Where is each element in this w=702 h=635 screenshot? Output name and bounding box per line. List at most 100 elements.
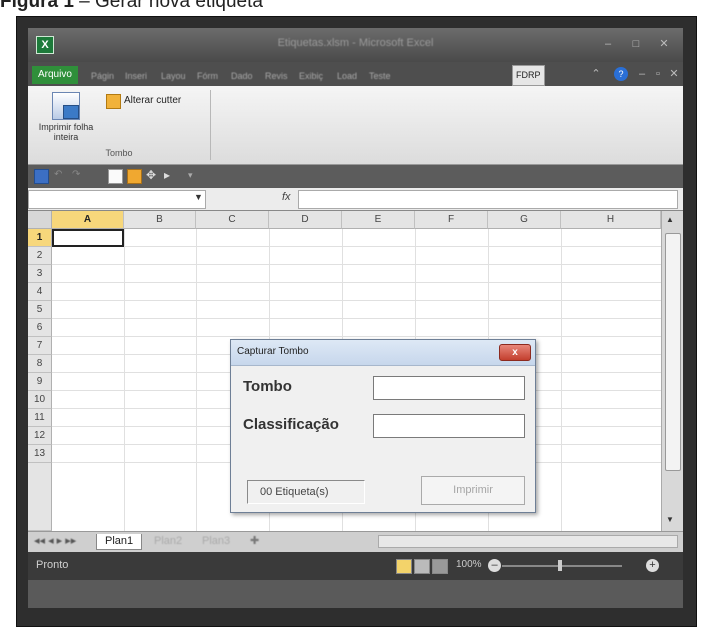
tab-fdrp[interactable]: FDRP: [512, 65, 545, 86]
close-workbook-icon[interactable]: ✕: [666, 67, 682, 81]
close-window-icon[interactable]: ✕: [656, 37, 672, 51]
formula-bar: ▼ fx: [28, 188, 683, 211]
status-text: Pronto: [36, 559, 69, 571]
formula-input[interactable]: [298, 190, 678, 209]
row-header[interactable]: 7: [28, 337, 52, 355]
sheet-tab-plan3[interactable]: Plan3: [194, 534, 238, 549]
row-header[interactable]: 9: [28, 373, 52, 391]
open-folder-icon[interactable]: [127, 169, 142, 184]
scroll-thumb[interactable]: [665, 233, 681, 471]
imprimir-button[interactable]: Imprimir: [421, 476, 525, 505]
vertical-scrollbar[interactable]: ▲ ▼: [661, 211, 683, 531]
tab-arquivo[interactable]: Arquivo: [32, 66, 78, 84]
row-header[interactable]: 2: [28, 247, 52, 265]
ribbon-separator: [210, 90, 211, 160]
sheet-tab-plan2[interactable]: Plan2: [146, 534, 190, 549]
imprimir-folha-inteira-button[interactable]: Imprimir folha inteira: [36, 90, 96, 148]
minimize-ribbon-icon[interactable]: ⌃: [588, 67, 604, 81]
row-header[interactable]: 1: [28, 229, 52, 247]
zoom-slider-thumb[interactable]: [558, 560, 562, 571]
excel-window: X Etiquetas.xlsm - Microsoft Excel – □ ✕…: [28, 28, 683, 608]
row-header[interactable]: 8: [28, 355, 52, 373]
tab-layout[interactable]: Layou: [158, 68, 189, 84]
insert-sheet-icon[interactable]: ✚: [242, 534, 267, 549]
select-all-corner[interactable]: [28, 211, 52, 229]
dialog-close-icon[interactable]: x: [499, 344, 531, 361]
row-header[interactable]: 5: [28, 301, 52, 319]
save-icon[interactable]: [34, 169, 49, 184]
move-icon[interactable]: ✥: [146, 169, 159, 182]
alterar-cutter-button[interactable]: Alterar cutter: [106, 94, 182, 109]
column-header[interactable]: B: [124, 211, 196, 229]
column-header[interactable]: G: [488, 211, 561, 229]
column-header[interactable]: H: [561, 211, 661, 229]
gridline: [52, 300, 661, 301]
page-layout-view-icon[interactable]: [414, 559, 430, 574]
new-file-icon[interactable]: [108, 169, 123, 184]
tab-dados[interactable]: Dado: [228, 68, 256, 84]
maximize-icon[interactable]: □: [628, 37, 644, 51]
tab-formulas[interactable]: Fórm: [194, 68, 221, 84]
row-header[interactable]: 10: [28, 391, 52, 409]
minimize-icon[interactable]: –: [600, 37, 616, 51]
restore-window-icon[interactable]: ▫: [650, 67, 666, 81]
gridline: [52, 246, 661, 247]
row-header[interactable]: 13: [28, 445, 52, 463]
tab-teste[interactable]: Teste: [366, 68, 394, 84]
undo-icon[interactable]: ↶: [54, 169, 67, 182]
normal-view-icon[interactable]: [396, 559, 412, 574]
row-header[interactable]: 12: [28, 427, 52, 445]
caption-prefix: Figura 1: [0, 0, 74, 12]
customize-toolbar-icon[interactable]: ▾: [188, 169, 201, 182]
classificacao-label: Classificação: [243, 416, 339, 433]
row-header[interactable]: 6: [28, 319, 52, 337]
tombo-label: Tombo: [243, 378, 292, 395]
gridline: [52, 282, 661, 283]
tab-pagina[interactable]: Págin: [88, 68, 117, 84]
restore-icon[interactable]: –: [634, 67, 650, 81]
print-sheet-icon: [52, 92, 80, 120]
row-header[interactable]: 4: [28, 283, 52, 301]
classificacao-input[interactable]: [373, 414, 525, 438]
zoom-out-icon[interactable]: –: [488, 559, 501, 572]
gridline: [196, 229, 197, 531]
cursor-icon[interactable]: ▸: [164, 169, 177, 182]
zoom-slider[interactable]: [502, 565, 622, 567]
zoom-level[interactable]: 100%: [456, 559, 482, 570]
sheet-nav-icon[interactable]: ◂◂ ◂ ▸ ▸▸: [32, 534, 78, 549]
page-break-view-icon[interactable]: [432, 559, 448, 574]
tab-exibicao[interactable]: Exibiç: [296, 68, 326, 84]
row-header[interactable]: 11: [28, 409, 52, 427]
column-header[interactable]: E: [342, 211, 415, 229]
scroll-up-icon[interactable]: ▲: [666, 215, 674, 224]
window-title: Etiquetas.xlsm - Microsoft Excel: [277, 37, 434, 49]
tab-load[interactable]: Load: [334, 68, 360, 84]
cutter-icon: [106, 94, 121, 109]
help-icon[interactable]: ?: [614, 67, 628, 81]
tombo-input[interactable]: [373, 376, 525, 400]
tab-revisao[interactable]: Revis: [262, 68, 291, 84]
name-box-dropdown-icon[interactable]: ▼: [194, 192, 203, 202]
gridline: [561, 229, 562, 531]
column-header[interactable]: F: [415, 211, 488, 229]
column-header[interactable]: C: [196, 211, 269, 229]
scroll-down-icon[interactable]: ▼: [666, 515, 674, 524]
active-cell-a1[interactable]: [52, 229, 124, 247]
ribbon-group-label: Tombo: [105, 148, 133, 158]
gridline: [52, 336, 661, 337]
dialog-title: Capturar Tombo: [237, 346, 309, 357]
insert-function-icon[interactable]: fx: [282, 191, 291, 203]
row-header[interactable]: 3: [28, 265, 52, 283]
tab-inserir[interactable]: Inseri: [122, 68, 150, 84]
caption-text: – Gerar nova etiqueta: [73, 0, 263, 12]
sheet-tab-plan1[interactable]: Plan1: [96, 534, 143, 550]
redo-icon[interactable]: ↷: [72, 169, 85, 182]
column-header[interactable]: D: [269, 211, 342, 229]
column-header[interactable]: A: [52, 211, 124, 229]
horizontal-scrollbar[interactable]: [378, 535, 678, 548]
status-bar: Pronto 100% – +: [28, 552, 683, 580]
dialog-title-bar[interactable]: Capturar Tombo x: [231, 340, 535, 366]
zoom-in-icon[interactable]: +: [646, 559, 659, 572]
alterar-cutter-label: Alterar cutter: [124, 95, 182, 106]
name-box[interactable]: [28, 190, 206, 209]
